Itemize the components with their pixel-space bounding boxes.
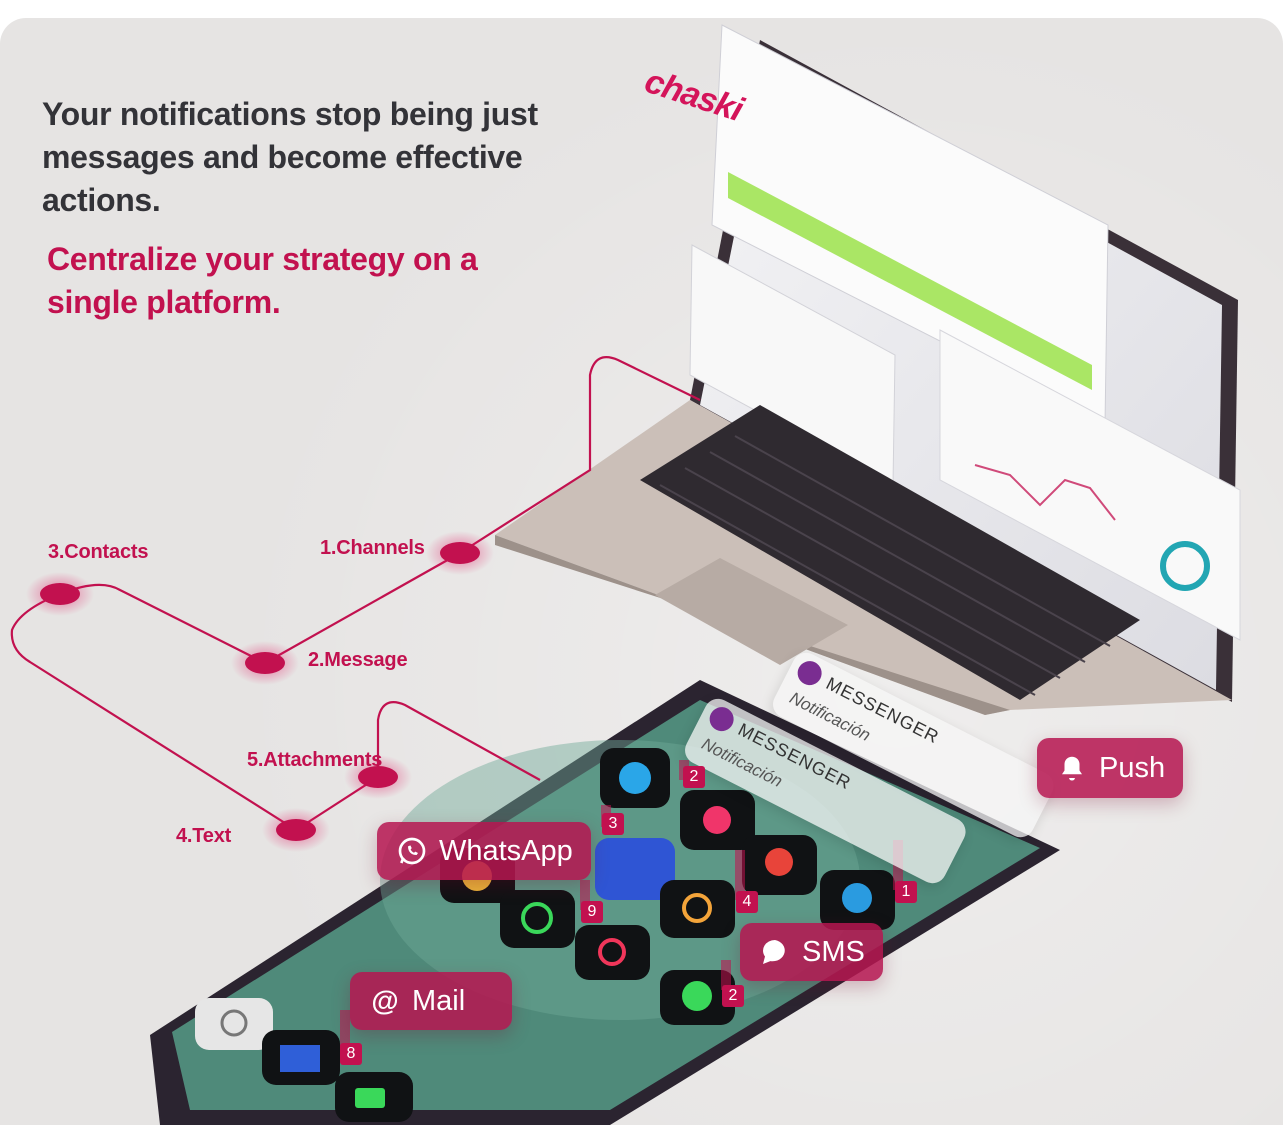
instagram-app-icon [660,880,735,938]
sms-label: SMS [802,935,865,968]
bell-icon [1055,751,1089,785]
subheadline: Centralize your strategy on a single pla… [47,241,478,320]
app-badge-count: 3 [602,813,624,835]
messenger-icon [793,656,826,690]
fitness-app-icon [575,925,650,980]
flow-step-message: 2.Message [308,649,408,671]
app-badge-count: 8 [340,1043,362,1065]
flow-node-text [276,819,316,841]
laptop [495,24,1241,715]
whatsapp-label: WhatsApp [439,834,573,867]
sms-channel-badge: SMS [740,923,883,981]
mail-channel-badge: @ Mail [350,972,512,1030]
chat-bubble-icon [758,935,792,969]
flow-step-channels: 1.Channels [320,537,425,559]
app-badge-count: 2 [722,985,744,1007]
mail-label: Mail [412,984,466,1017]
flow-node-channels [440,542,480,564]
flow-node-message [245,652,285,674]
app-badge-count: 1 [895,881,917,903]
whatsapp-icon [395,834,429,868]
whatsapp-app-icon [500,890,575,948]
camera-app-icon [195,998,273,1050]
flow-step-text: 4.Text [176,825,232,847]
messenger-icon [705,702,738,736]
app-badge-count: 4 [736,891,758,913]
at-sign-icon: @ [371,985,399,1016]
headline: Your notifications stop being just messa… [42,96,538,218]
app-badge-count: 2 [683,766,705,788]
flow-node-contacts [40,583,80,605]
flow-step-attachments: 5.Attachments [247,749,383,771]
whatsapp-channel-badge: WhatsApp [377,822,591,880]
push-label: Push [1099,751,1166,784]
app-badge-count: 9 [581,901,603,923]
flow-line-text [10,592,297,831]
push-channel-badge: Push [1037,738,1184,798]
flow-line-message [264,552,461,664]
flow-step-contacts: 3.Contacts [48,541,149,563]
